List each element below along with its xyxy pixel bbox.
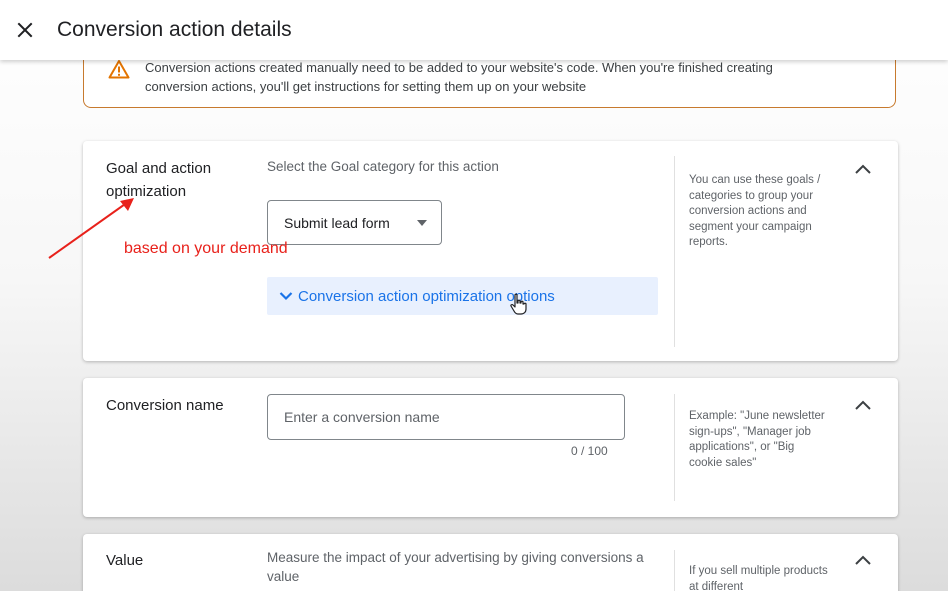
chevron-up-icon[interactable] bbox=[853, 553, 873, 567]
conversion-name-card: Conversion name 0 / 100 Example: "June n… bbox=[83, 378, 898, 517]
chevron-up-icon[interactable] bbox=[853, 162, 873, 176]
page-title: Conversion action details bbox=[57, 18, 292, 41]
value-description: Measure the impact of your advertising b… bbox=[267, 550, 644, 584]
optimization-options-toggle[interactable]: Conversion action optimization options bbox=[267, 277, 658, 315]
hand-cursor-icon bbox=[510, 293, 527, 315]
char-counter: 0 / 100 bbox=[571, 444, 608, 458]
chevron-up-icon[interactable] bbox=[853, 398, 873, 412]
card-divider bbox=[674, 394, 675, 501]
warning-triangle-icon bbox=[108, 59, 130, 79]
card-divider bbox=[674, 550, 675, 591]
dialog-header: Conversion action details bbox=[0, 0, 948, 60]
annotation-text: based on your demand bbox=[124, 240, 288, 257]
value-help-text: If you sell multiple products at differe… bbox=[689, 565, 828, 591]
conversion-name-help: Example: "June newsletter sign-ups", "Ma… bbox=[689, 410, 825, 469]
warning-text: Conversion actions created manually need… bbox=[145, 60, 773, 94]
conversion-name-title: Conversion name bbox=[106, 397, 224, 414]
conversion-name-input[interactable] bbox=[267, 394, 625, 440]
goal-category-dropdown[interactable]: Submit lead form bbox=[267, 200, 442, 245]
value-card: Value Measure the impact of your adverti… bbox=[83, 534, 898, 591]
value-card-title: Value bbox=[106, 552, 144, 569]
dropdown-arrow-icon bbox=[417, 220, 427, 226]
close-icon[interactable] bbox=[14, 19, 36, 41]
dropdown-selected-value: Submit lead form bbox=[284, 215, 390, 231]
goal-category-description: Select the Goal category for this action bbox=[267, 159, 499, 174]
goal-help-text: You can use these goals / categories to … bbox=[689, 174, 821, 248]
card-divider bbox=[674, 156, 675, 347]
chevron-down-icon bbox=[279, 292, 293, 301]
